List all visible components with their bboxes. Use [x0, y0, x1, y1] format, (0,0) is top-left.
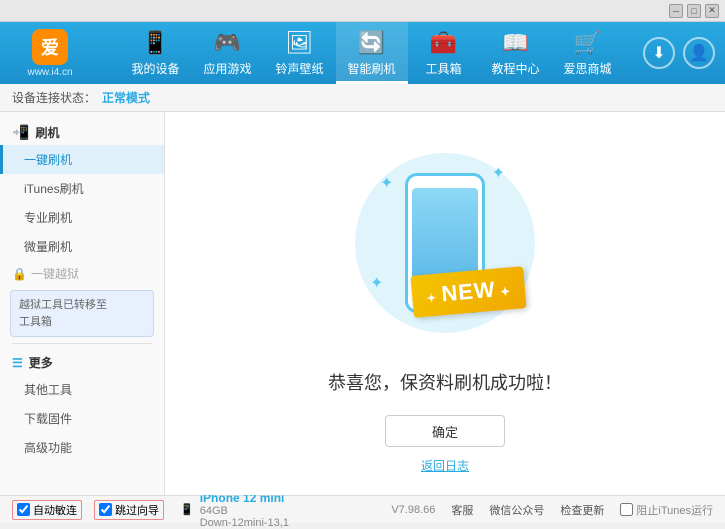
new-badge: NEW: [410, 266, 526, 318]
sidebar-disabled-jailbreak: 🔒 一键越狱: [0, 261, 164, 286]
customer-service-link[interactable]: 客服: [451, 502, 473, 518]
skip-wizard-checkbox[interactable]: [99, 503, 112, 516]
checkbox-area: 自动敏连 跳过向导: [12, 500, 164, 520]
nav-tutorial-label: 教程中心: [491, 60, 539, 77]
download-button[interactable]: ⬇: [643, 37, 675, 69]
apps-games-icon: 🎮: [214, 30, 241, 56]
sparkle-1: ✦: [380, 173, 393, 193]
stop-itunes-area: 阻止iTunes运行: [620, 502, 713, 518]
nav-store-label: 爱思商城: [563, 60, 611, 77]
flash-section-label: 刷机: [35, 124, 59, 141]
auto-connect-checkbox-label[interactable]: 自动敏连: [12, 500, 82, 520]
sidebar-item-other-tools[interactable]: 其他工具: [0, 375, 164, 404]
sidebar-item-download-fw[interactable]: 下载固件: [0, 404, 164, 433]
status-bar: 设备连接状态： 正常模式: [0, 84, 725, 112]
success-text: 恭喜您，保资料刷机成功啦！: [328, 369, 562, 395]
disabled-label: 一键越狱: [31, 265, 79, 282]
wechat-link[interactable]: 微信公众号: [489, 502, 544, 518]
nav-smart-flash-label: 智能刷机: [347, 60, 395, 77]
logo-url: www.i4.cn: [27, 67, 72, 78]
nav-wallpaper-label: 铃声壁纸: [275, 60, 323, 77]
auto-connect-label: 自动敏连: [33, 502, 77, 518]
bottom-bar: 自动敏连 跳过向导 📱 iPhone 12 mini 64GB Down-12m…: [0, 495, 725, 523]
nav-toolbox-label: 工具箱: [425, 60, 461, 77]
nav-apps-games[interactable]: 🎮 应用游戏: [192, 22, 264, 84]
skip-wizard-checkbox-label[interactable]: 跳过向导: [94, 500, 164, 520]
sparkle-2: ✦: [492, 163, 505, 183]
nav-wallpaper[interactable]: 🖼 铃声壁纸: [264, 22, 336, 84]
device-phone-icon: 📱: [180, 503, 194, 516]
more-section-label: 更多: [29, 354, 53, 371]
flash-section-header: 📲 刷机: [0, 120, 164, 145]
my-device-icon: 📱: [142, 30, 169, 56]
nav-smart-flash[interactable]: 🔄 智能刷机: [336, 22, 408, 84]
nav-my-device-label: 我的设备: [131, 60, 179, 77]
nav-right-actions: ⬇ 👤: [643, 37, 715, 69]
sparkle-3: ✦: [370, 273, 383, 293]
smart-flash-icon: 🔄: [358, 30, 385, 56]
more-section-header: ☰ 更多: [0, 350, 164, 375]
logo[interactable]: 爱 www.i4.cn: [10, 29, 90, 78]
close-button[interactable]: ✕: [705, 4, 719, 18]
device-capacity: 64GB: [200, 505, 289, 517]
sidebar-divider: [12, 343, 152, 344]
bottom-right-links: V7.98.66 客服 微信公众号 检查更新: [391, 502, 604, 518]
title-bar: ─ □ ✕: [0, 0, 725, 22]
nav-tutorial[interactable]: 📖 教程中心: [480, 22, 552, 84]
nav-store[interactable]: 🛒 爱思商城: [552, 22, 624, 84]
phone-illustration: ✦ ✦ ✦ NEW: [345, 133, 545, 353]
toolbox-icon: 🧰: [430, 30, 457, 56]
stop-itunes-checkbox[interactable]: [620, 503, 633, 516]
check-update-link[interactable]: 检查更新: [560, 502, 604, 518]
wallpaper-icon: 🖼: [286, 30, 314, 56]
version-label: V7.98.66: [391, 504, 435, 516]
sidebar-item-one-click-flash[interactable]: 一键刷机: [0, 145, 164, 174]
flash-section-icon: 📲: [12, 124, 29, 141]
nav-toolbox[interactable]: 🧰 工具箱: [408, 22, 480, 84]
nav-bar: 📱 我的设备 🎮 应用游戏 🖼 铃声壁纸 🔄 智能刷机 🧰 工具箱 📖 教程中心…: [100, 22, 643, 84]
tutorial-icon: 📖: [502, 30, 529, 56]
store-icon: 🛒: [574, 30, 601, 56]
jailbreak-notice: 越狱工具已转移至工具箱: [10, 290, 154, 337]
sidebar-item-advanced[interactable]: 高级功能: [0, 433, 164, 462]
auto-connect-checkbox[interactable]: [17, 503, 30, 516]
lock-icon: 🔒: [12, 267, 27, 281]
sidebar-item-save-flash[interactable]: 微量刷机: [0, 232, 164, 261]
more-section-icon: ☰: [12, 356, 23, 370]
content-area: ✦ ✦ ✦ NEW 恭喜您，保资料刷机成功啦！ 确定 返回日志: [165, 112, 725, 495]
skip-wizard-label: 跳过向导: [115, 502, 159, 518]
logo-icon: 爱: [32, 29, 68, 65]
nav-my-device[interactable]: 📱 我的设备: [120, 22, 192, 84]
sidebar-item-pro-flash[interactable]: 专业刷机: [0, 203, 164, 232]
back-to-log-link[interactable]: 返回日志: [421, 457, 469, 474]
minimize-button[interactable]: ─: [669, 4, 683, 18]
header: 爱 www.i4.cn 📱 我的设备 🎮 应用游戏 🖼 铃声壁纸 🔄 智能刷机 …: [0, 22, 725, 84]
sidebar-item-itunes-flash[interactable]: iTunes刷机: [0, 174, 164, 203]
stop-itunes-label: 阻止iTunes运行: [636, 502, 713, 518]
sidebar: 📲 刷机 一键刷机 iTunes刷机 专业刷机 微量刷机 🔒 一键越狱 越狱工具…: [0, 112, 165, 495]
confirm-button[interactable]: 确定: [385, 415, 505, 447]
maximize-button[interactable]: □: [687, 4, 701, 18]
status-prefix: 设备连接状态：: [12, 89, 96, 106]
status-value: 正常模式: [102, 89, 150, 106]
user-button[interactable]: 👤: [683, 37, 715, 69]
nav-apps-games-label: 应用游戏: [203, 60, 251, 77]
main-layout: 📲 刷机 一键刷机 iTunes刷机 专业刷机 微量刷机 🔒 一键越狱 越狱工具…: [0, 112, 725, 495]
